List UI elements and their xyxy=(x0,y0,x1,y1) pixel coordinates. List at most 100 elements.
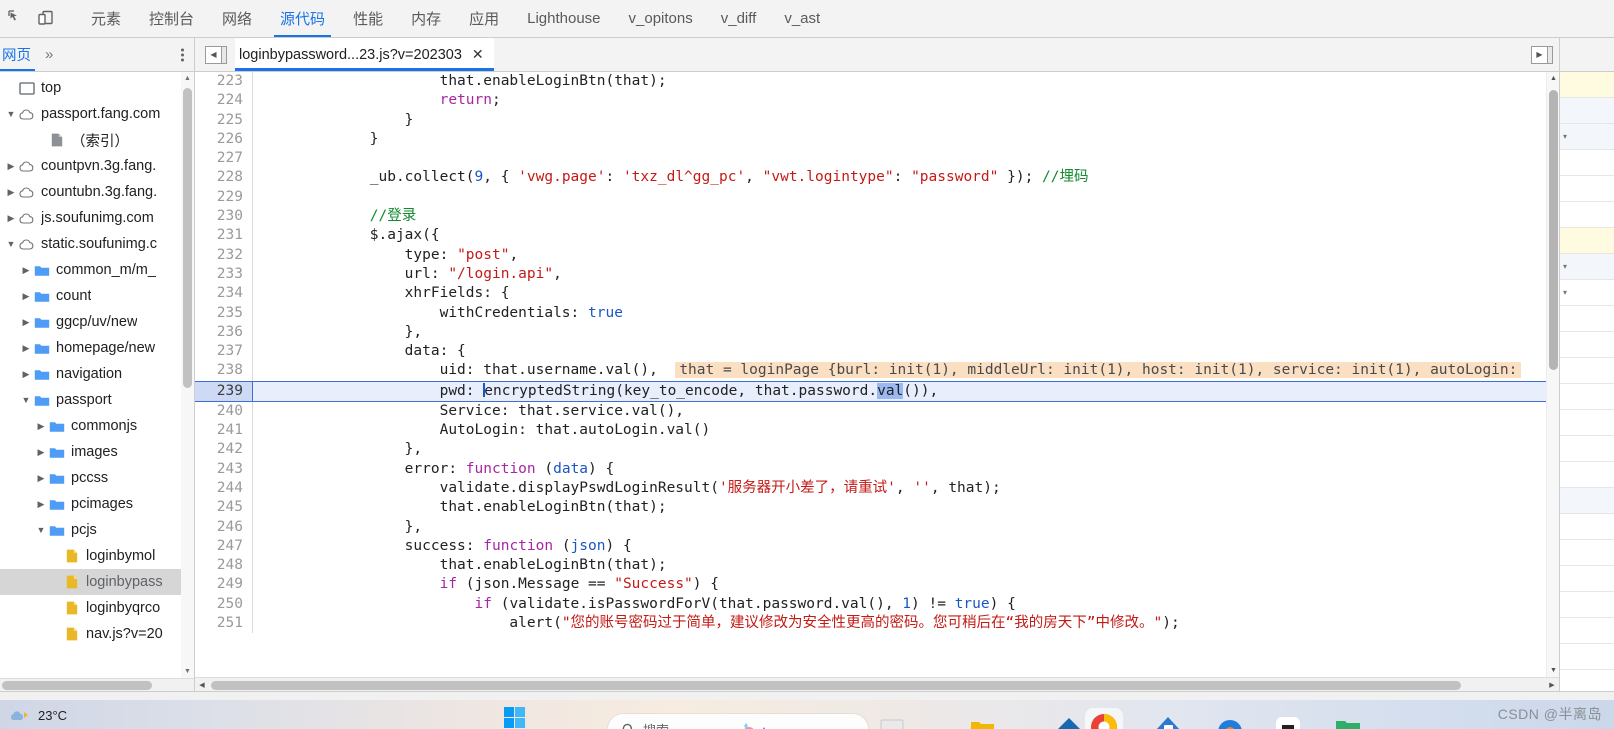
code-line[interactable]: 234 xhrFields: { xyxy=(195,284,1546,304)
tab-memory[interactable]: 内存 xyxy=(397,0,455,37)
line-number[interactable]: 227 xyxy=(195,149,253,169)
scroll-down-icon[interactable]: ▼ xyxy=(181,665,194,678)
line-number[interactable]: 242 xyxy=(195,440,253,460)
chevron-right-icon[interactable]: ▶ xyxy=(34,499,48,510)
scroll-down-icon[interactable]: ▼ xyxy=(1547,664,1559,677)
navigator-horizontal-scrollbar[interactable] xyxy=(0,678,194,691)
taskbar-app-icon[interactable] xyxy=(1275,716,1301,729)
file-tree[interactable]: ▶top▼passport.fang.com▶（索引）▶countpvn.3g.… xyxy=(0,72,194,678)
code-line[interactable]: 231 $.ajax({ xyxy=(195,226,1546,246)
tree-item-images[interactable]: ▶ images xyxy=(0,439,194,465)
tab-sources[interactable]: 源代码 xyxy=(266,0,339,37)
taskbar-folder-green-icon[interactable] xyxy=(1335,716,1361,729)
chevron-down-icon[interactable]: ▼ xyxy=(4,109,18,119)
editor-file-tab[interactable]: loginbypassword...23.js?v=202303 ✕ xyxy=(235,38,494,71)
code-line[interactable]: 248 that.enableLoginBtn(that); xyxy=(195,556,1546,576)
code-line[interactable]: 226 } xyxy=(195,129,1546,150)
tree-item-pcimages[interactable]: ▶ pcimages xyxy=(0,491,194,517)
line-number[interactable]: 224 xyxy=(195,91,253,111)
chevron-down-icon[interactable]: ▾ xyxy=(1560,132,1567,141)
debugger-section[interactable] xyxy=(1560,358,1614,384)
code-line[interactable]: 239 pwd: encryptedString(key_to_encode, … xyxy=(195,380,1546,402)
tree-item-ggcp-uv-new[interactable]: ▶ ggcp/uv/new xyxy=(0,309,194,335)
code-line[interactable]: 250 if (validate.isPasswordForV(that.pas… xyxy=(195,594,1546,615)
line-number[interactable]: 236 xyxy=(195,322,253,343)
code-line[interactable]: 237 data: { xyxy=(195,342,1546,362)
scroll-left-icon[interactable]: ◀ xyxy=(195,678,209,692)
tree-item-static-soufunimg-c[interactable]: ▼ static.soufunimg.c xyxy=(0,231,194,257)
code-line[interactable]: 249 if (json.Message == "Success") { xyxy=(195,575,1546,595)
editor-vertical-scrollbar[interactable]: ▲ ▼ xyxy=(1546,72,1559,677)
debugger-section[interactable]: ▾ xyxy=(1560,124,1614,150)
debugger-section[interactable] xyxy=(1560,644,1614,670)
tree-item-[interactable]: ▶（索引） xyxy=(0,127,194,153)
line-number[interactable]: 226 xyxy=(195,129,253,150)
debugger-section[interactable] xyxy=(1560,488,1614,514)
tab-v-opitons[interactable]: v_opitons xyxy=(615,0,707,37)
chevron-right-icon[interactable]: ▶ xyxy=(19,265,33,276)
tree-item-count[interactable]: ▶ count xyxy=(0,283,194,309)
line-number[interactable]: 235 xyxy=(195,303,253,323)
debugger-section[interactable] xyxy=(1560,228,1614,254)
editor-horizontal-scrollbar[interactable]: ◀ ▶ xyxy=(195,677,1559,691)
debugger-section[interactable]: ▾ xyxy=(1560,254,1614,280)
code-line[interactable]: 247 success: function (json) { xyxy=(195,536,1546,557)
code-line[interactable]: 223 that.enableLoginBtn(that); xyxy=(195,72,1546,92)
tab-v-diff[interactable]: v_diff xyxy=(707,0,771,37)
chevron-down-icon[interactable]: ▾ xyxy=(1560,288,1567,297)
debugger-section[interactable] xyxy=(1560,540,1614,566)
chevron-right-icon[interactable]: ▶ xyxy=(19,369,33,380)
chevron-right-icon[interactable]: ▶ xyxy=(4,187,18,198)
taskbar-word-icon[interactable] xyxy=(1155,716,1181,729)
code-editor[interactable]: 223 that.enableLoginBtn(that); 224 return… xyxy=(195,72,1559,677)
tree-item-passport-fang-com[interactable]: ▼ passport.fang.com xyxy=(0,101,194,127)
tree-item-pccss[interactable]: ▶ pccss xyxy=(0,465,194,491)
tree-item-loginbymol[interactable]: ▶loginbymol xyxy=(0,543,194,569)
tree-item-countubn-3g-fang[interactable]: ▶ countubn.3g.fang. xyxy=(0,179,194,205)
chevron-down-icon[interactable]: ▼ xyxy=(4,239,18,249)
scrollbar-thumb[interactable] xyxy=(2,681,152,690)
debugger-section[interactable] xyxy=(1560,592,1614,618)
navigator-more-tabs-icon[interactable]: » xyxy=(39,46,59,63)
tree-item-countpvn-3g-fang[interactable]: ▶ countpvn.3g.fang. xyxy=(0,153,194,179)
debugger-section[interactable] xyxy=(1560,150,1614,176)
code-line[interactable]: 236 }, xyxy=(195,322,1546,343)
tree-item-pcjs[interactable]: ▼ pcjs xyxy=(0,517,194,543)
code-line[interactable]: 227 xyxy=(195,149,1546,169)
close-icon[interactable]: ✕ xyxy=(472,46,484,63)
taskbar-search-box[interactable]: 搜索 xyxy=(608,714,868,729)
taskbar-firefox-icon[interactable] xyxy=(1215,714,1245,729)
show-debugger-toggle-icon[interactable]: ▶ xyxy=(1531,45,1553,64)
code-line[interactable]: 228 _ub.collect(9, { 'vwg.page': 'txz_dl… xyxy=(195,168,1546,188)
line-number[interactable]: 229 xyxy=(195,187,253,208)
code-line[interactable]: 233 url: "/login.api", xyxy=(195,264,1546,285)
debugger-section[interactable] xyxy=(1560,436,1614,462)
line-number[interactable]: 223 xyxy=(195,72,253,92)
line-number[interactable]: 228 xyxy=(195,168,253,188)
debugger-section[interactable] xyxy=(1560,384,1614,410)
tree-item-js-soufunimg-com[interactable]: ▶ js.soufunimg.com xyxy=(0,205,194,231)
line-number[interactable]: 238 xyxy=(195,361,253,381)
line-number[interactable]: 232 xyxy=(195,245,253,265)
tab-performance[interactable]: 性能 xyxy=(339,0,397,37)
chevron-right-icon[interactable]: ▶ xyxy=(34,421,48,432)
tree-item-homepage-new[interactable]: ▶ homepage/new xyxy=(0,335,194,361)
chevron-right-icon[interactable]: ▶ xyxy=(19,343,33,354)
inspect-element-icon[interactable] xyxy=(2,5,30,33)
chevron-down-icon[interactable]: ▼ xyxy=(19,395,33,405)
line-number[interactable]: 244 xyxy=(195,478,253,499)
line-number[interactable]: 225 xyxy=(195,110,253,130)
chevron-right-icon[interactable]: ▶ xyxy=(4,213,18,224)
line-number[interactable]: 248 xyxy=(195,556,253,576)
line-number[interactable]: 251 xyxy=(195,614,253,634)
start-windows-icon[interactable] xyxy=(500,703,530,729)
taskbar-chrome-active-box[interactable] xyxy=(1085,708,1123,729)
debugger-sidebar-sliver[interactable]: ▾ ▾ ▾ xyxy=(1559,38,1614,691)
debugger-section[interactable] xyxy=(1560,566,1614,592)
tree-item-commonjs[interactable]: ▶ commonjs xyxy=(0,413,194,439)
line-number[interactable]: 233 xyxy=(195,264,253,285)
line-number[interactable]: 243 xyxy=(195,459,253,479)
code-line[interactable]: 243 error: function (data) { xyxy=(195,459,1546,479)
code-line[interactable]: 251 alert("您的账号密码过于简单，建议修改为安全性更高的密码。您可稍后… xyxy=(195,614,1546,634)
code-line[interactable]: 232 type: "post", xyxy=(195,245,1546,265)
